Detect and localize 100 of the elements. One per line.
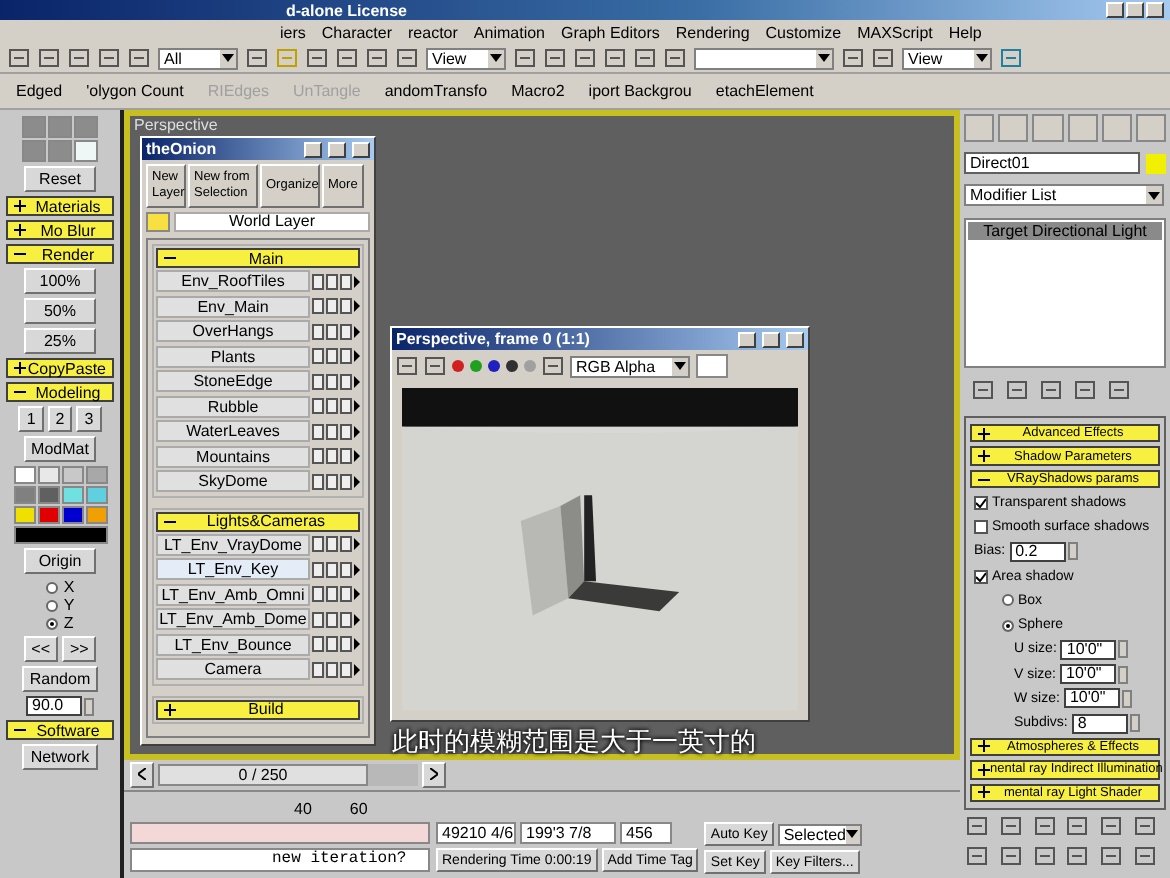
- layer-button[interactable]: Env_Main: [156, 295, 310, 318]
- panel-button[interactable]: Random: [21, 666, 99, 692]
- rollout-header[interactable]: Modeling: [6, 382, 114, 402]
- panel-button[interactable]: 100%: [24, 268, 96, 294]
- menu-item[interactable]: Character: [321, 23, 393, 41]
- coordinate-field[interactable]: 456: [620, 822, 672, 844]
- dropdown-arrow-icon[interactable]: [672, 357, 688, 375]
- tool-icon[interactable]: [336, 48, 358, 68]
- layer-button[interactable]: LT_Env_Amb_Dome: [156, 608, 310, 631]
- dropdown-arrow-icon[interactable]: [220, 49, 236, 67]
- tool-icon[interactable]: [604, 48, 626, 68]
- channel-dropdown[interactable]: RGB Alpha: [570, 355, 690, 377]
- close-button[interactable]: [352, 141, 370, 157]
- color-swatch[interactable]: [85, 466, 107, 484]
- nav-icon[interactable]: [1033, 816, 1056, 836]
- coordinate-field[interactable]: 49210 4/6: [436, 822, 516, 844]
- radio-option[interactable]: Z: [45, 614, 75, 632]
- layer-button[interactable]: Rubble: [156, 395, 310, 418]
- tool-icon[interactable]: [514, 48, 536, 68]
- group-header[interactable]: Main: [156, 248, 360, 268]
- minimize-button[interactable]: [738, 331, 756, 347]
- layer-button[interactable]: Plants: [156, 345, 310, 368]
- group-header[interactable]: Lights&Cameras: [156, 511, 360, 531]
- layer-button[interactable]: StoneEdge: [156, 370, 310, 393]
- layer-button[interactable]: LT_Env_VrayDome: [156, 533, 310, 556]
- tool-icon[interactable]: [872, 48, 894, 68]
- rollout-header[interactable]: Materials: [6, 196, 114, 216]
- rollout-header[interactable]: Software: [6, 720, 114, 740]
- radio-button[interactable]: [1002, 594, 1014, 607]
- modifier-list-dropdown[interactable]: Modifier List: [964, 184, 1164, 206]
- layer-button[interactable]: Env_RoofTiles: [156, 270, 310, 293]
- channel-dot-icon[interactable]: [488, 360, 500, 372]
- menu-item[interactable]: MAXScript: [857, 23, 933, 41]
- color-swatch[interactable]: [61, 466, 83, 484]
- view-dropdown[interactable]: View: [902, 47, 992, 69]
- tool-icon[interactable]: [574, 48, 596, 68]
- layer-button[interactable]: LT_Env_Amb_Omni: [156, 583, 310, 606]
- dropdown-arrow-icon[interactable]: [1146, 186, 1162, 204]
- stack-item[interactable]: Target Directional Light: [968, 222, 1162, 240]
- minimize-button[interactable]: [1106, 2, 1124, 18]
- rollout-header[interactable]: Mo Blur: [6, 220, 114, 240]
- nav-icon[interactable]: [1066, 846, 1089, 866]
- menu-item[interactable]: Graph Editors: [561, 23, 660, 41]
- menu-item[interactable]: Rendering: [675, 23, 750, 41]
- menu-item[interactable]: Animation: [473, 23, 545, 41]
- radio-option[interactable]: Y: [45, 596, 75, 614]
- color-swatch[interactable]: [22, 140, 46, 162]
- nav-icon[interactable]: [999, 846, 1022, 866]
- dropdown-arrow-icon[interactable]: [974, 49, 990, 67]
- tool-icon[interactable]: [842, 48, 864, 68]
- dropdown-arrow-icon[interactable]: [488, 49, 504, 67]
- object-name-field[interactable]: Direct01: [964, 152, 1140, 174]
- selection-filter-dropdown[interactable]: All: [158, 47, 238, 69]
- panel-button[interactable]: Network: [22, 744, 98, 770]
- nav-icon[interactable]: [966, 816, 988, 836]
- color-swatch[interactable]: [48, 140, 72, 162]
- previous-frame-button[interactable]: [130, 762, 154, 788]
- maximize-button[interactable]: [762, 331, 780, 347]
- close-button[interactable]: [1146, 2, 1164, 18]
- color-swatch[interactable]: [22, 116, 46, 138]
- maximize-button[interactable]: [328, 141, 346, 157]
- color-swatch[interactable]: [61, 506, 83, 524]
- color-swatch[interactable]: [48, 116, 72, 138]
- color-swatch[interactable]: [146, 212, 170, 232]
- panel-button[interactable]: 3: [76, 406, 102, 432]
- panel-button[interactable]: 1: [18, 406, 44, 432]
- color-swatch[interactable]: [13, 526, 107, 544]
- layer-button[interactable]: SkyDome: [156, 470, 310, 493]
- layer-button[interactable]: WaterLeaves: [156, 420, 310, 443]
- toolbar-button[interactable]: Macro2: [503, 82, 573, 100]
- panel-button[interactable]: 2: [47, 406, 73, 432]
- nav-icon[interactable]: [966, 846, 988, 866]
- tool-icon[interactable]: [396, 48, 418, 68]
- maximize-button[interactable]: [1126, 2, 1144, 18]
- tool-icon[interactable]: [128, 48, 150, 68]
- radio-button[interactable]: [1002, 619, 1014, 632]
- checkbox[interactable]: [974, 495, 988, 510]
- color-swatch[interactable]: [74, 140, 98, 162]
- panel-button[interactable]: Reset: [24, 166, 96, 192]
- nav-icon[interactable]: [1100, 846, 1123, 866]
- toolbar-button[interactable]: iport Backgrou: [580, 82, 700, 100]
- nav-icon[interactable]: [1134, 846, 1157, 866]
- color-swatch[interactable]: [696, 354, 728, 378]
- menu-item[interactable]: Help: [948, 23, 982, 41]
- close-button[interactable]: [786, 331, 804, 347]
- tool-icon[interactable]: [246, 48, 268, 68]
- channel-dot-icon[interactable]: [470, 360, 482, 372]
- rollout-header[interactable]: CopyPaste: [6, 358, 114, 378]
- color-swatch[interactable]: [85, 486, 107, 504]
- panel-button[interactable]: >>: [62, 636, 97, 662]
- menu-item[interactable]: Customize: [765, 23, 842, 41]
- color-swatch[interactable]: [74, 116, 98, 138]
- color-swatch[interactable]: [13, 506, 35, 524]
- panel-button[interactable]: <<: [23, 636, 58, 662]
- toolbar-button[interactable]: andomTransfo: [376, 82, 496, 100]
- time-slider-thumb[interactable]: 0 / 250: [158, 764, 368, 786]
- checkbox[interactable]: [974, 569, 988, 584]
- alpha-icon[interactable]: [506, 360, 518, 372]
- coordinate-field[interactable]: 199'3 7/8: [520, 822, 616, 844]
- checkbox[interactable]: [974, 520, 988, 535]
